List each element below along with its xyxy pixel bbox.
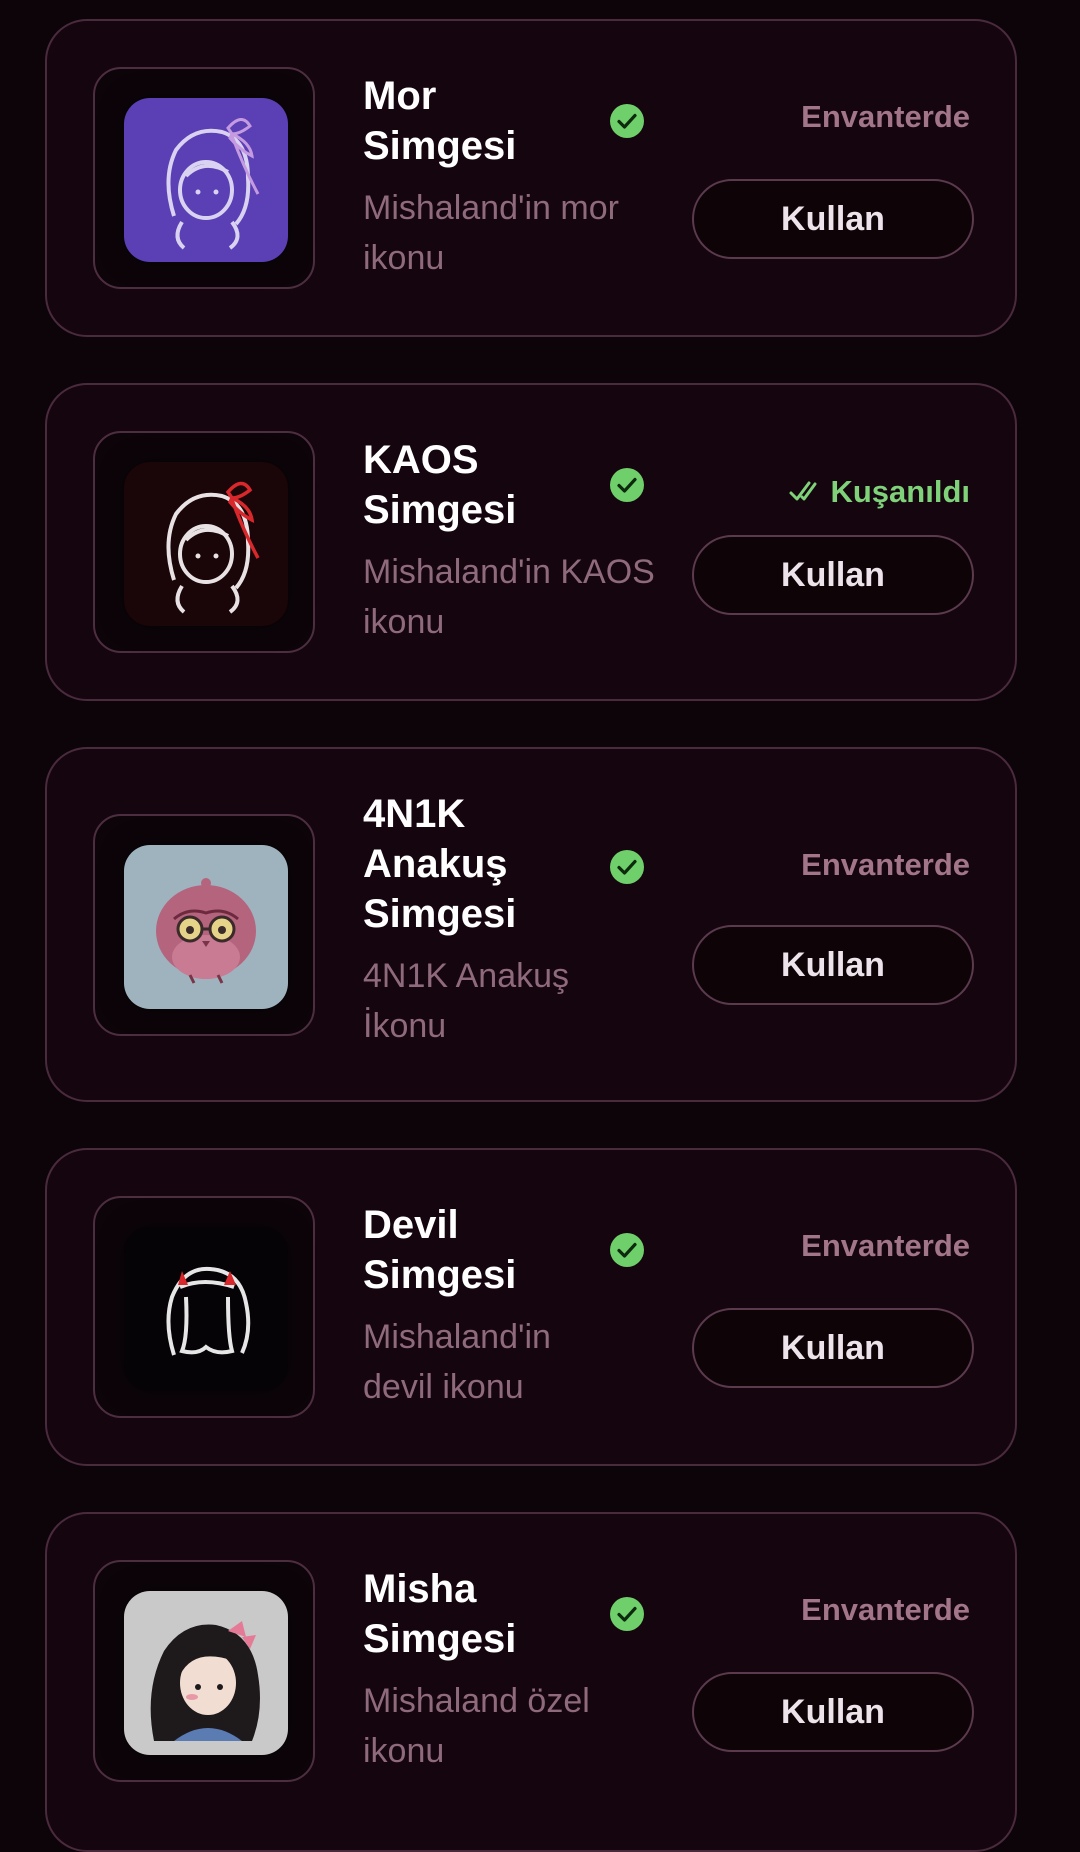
icon-preview-frame [93, 431, 315, 653]
owl-icon [124, 845, 288, 1009]
icon-title: Devil Simgesi [363, 1203, 517, 1297]
icon-preview-frame [93, 1196, 315, 1418]
use-button[interactable]: Kullan [692, 925, 974, 1005]
icon-card: Misha Simgesi Mishaland özel ikonu Envan… [45, 1512, 1017, 1852]
owned-check-icon [610, 1597, 644, 1631]
icon-card: Devil Simgesi Mishaland'in devil ikonu E… [45, 1148, 1017, 1466]
icon-preview-frame [93, 814, 315, 1036]
devil-girl-icon [124, 1227, 288, 1391]
icon-preview-frame [93, 67, 315, 289]
owned-check-icon [610, 850, 644, 884]
icon-description: Mishaland'in devil ikonu [363, 1318, 551, 1406]
icon-title: Mor Simgesi [363, 74, 517, 168]
icon-card: KAOS Simgesi Mishaland'in KAOS ikonu Kuş… [45, 383, 1017, 701]
use-button[interactable]: Kullan [692, 535, 974, 615]
icon-description: 4N1K Anakuş İkonu [363, 957, 570, 1045]
inventory-status: Envanterde [801, 1592, 970, 1627]
icon-preview-frame [93, 1560, 315, 1782]
icon-description: Mishaland'in KAOS ikonu [363, 553, 655, 641]
icon-card: 4N1K Anakuş Simgesi 4N1K Anakuş İkonu En… [45, 747, 1017, 1102]
kaos-girl-icon [124, 462, 288, 626]
equipped-status: Kuşanıldı [788, 472, 970, 512]
icon-list: Mor Simgesi Mishaland'in mor ikonu Envan… [0, 0, 1080, 1852]
icon-title: 4N1K Anakuş Simgesi [363, 792, 517, 936]
owned-check-icon [610, 104, 644, 138]
icon-title: KAOS Simgesi [363, 438, 517, 532]
icon-title: Misha Simgesi [363, 1567, 517, 1661]
equipped-label: Kuşanıldı [830, 474, 970, 509]
icon-description: Mishaland'in mor ikonu [363, 189, 619, 277]
icon-card: Mor Simgesi Mishaland'in mor ikonu Envan… [45, 19, 1017, 337]
icon-description: Mishaland özel ikonu [363, 1682, 590, 1770]
use-button[interactable]: Kullan [692, 1308, 974, 1388]
use-button[interactable]: Kullan [692, 1672, 974, 1752]
inventory-status: Envanterde [801, 99, 970, 134]
misha-girl-icon [124, 1591, 288, 1755]
inventory-status: Envanterde [801, 847, 970, 882]
owned-check-icon [610, 1233, 644, 1267]
double-check-icon [789, 481, 817, 501]
mor-girl-icon [124, 98, 288, 262]
owned-check-icon [610, 468, 644, 502]
use-button[interactable]: Kullan [692, 179, 974, 259]
inventory-status: Envanterde [801, 1228, 970, 1263]
